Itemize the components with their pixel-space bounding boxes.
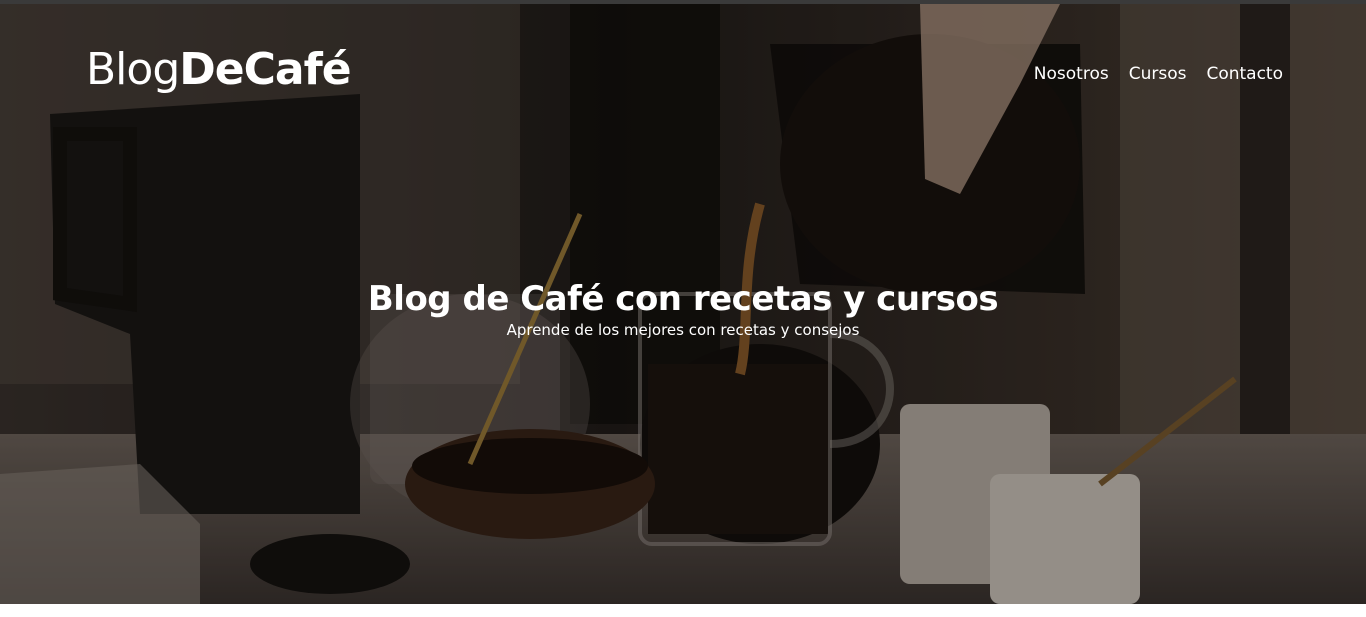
hero-subtitle: Aprende de los mejores con recetas y con… (506, 321, 860, 339)
nav-link-nosotros[interactable]: Nosotros (1034, 64, 1109, 84)
logo-bold-text: DeCafé (179, 44, 351, 95)
nav-link-contacto[interactable]: Contacto (1206, 64, 1283, 84)
hero-banner: BlogDeCafé Nosotros Cursos Contacto Blog… (0, 4, 1366, 604)
logo-light-text: Blog (86, 44, 180, 95)
site-logo[interactable]: BlogDeCafé (86, 48, 352, 92)
hero-title: Blog de Café con recetas y cursos (367, 278, 999, 319)
main-navigation: Nosotros Cursos Contacto (1034, 64, 1283, 84)
nav-link-cursos[interactable]: Cursos (1129, 64, 1187, 84)
